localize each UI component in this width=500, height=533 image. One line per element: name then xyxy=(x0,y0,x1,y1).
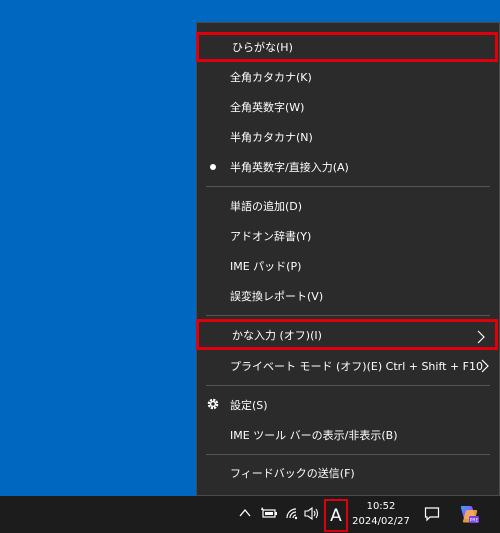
svg-text:PRE: PRE xyxy=(470,517,479,523)
menu-item-hiragana[interactable]: ひらがな(H) xyxy=(196,32,498,62)
menu-item-addon-dictionary[interactable]: アドオン辞書(Y) xyxy=(197,221,499,251)
menu-item-hankaku-katakana[interactable]: 半角カタカナ(N) xyxy=(197,122,499,152)
wifi-icon[interactable] xyxy=(285,507,299,520)
gear-icon xyxy=(207,398,219,410)
menu-item-label: IME ツール バーの表示/非表示(B) xyxy=(230,429,398,442)
menu-item-settings[interactable]: 設定(S) xyxy=(197,390,499,420)
menu-item-label: 単語の追加(D) xyxy=(230,200,303,213)
menu-item-zenkaku-eisu[interactable]: 全角英数字(W) xyxy=(197,92,499,122)
selected-bullet-icon xyxy=(210,164,216,170)
menu-separator xyxy=(206,315,490,316)
menu-item-label: プライベート モード (オフ)(E) xyxy=(230,360,383,373)
menu-item-hankaku-eisu[interactable]: 半角英数字/直接入力(A) xyxy=(197,152,499,182)
menu-item-label: かな入力 (オフ)(I) xyxy=(232,328,322,342)
chevron-right-icon xyxy=(481,359,489,373)
menu-item-zenkaku-katakana[interactable]: 全角カタカナ(K) xyxy=(197,62,499,92)
menu-item-label: 全角カタカナ(K) xyxy=(230,71,312,84)
menu-item-label: 全角英数字(W) xyxy=(230,101,305,114)
menu-item-conversion-report[interactable]: 誤変換レポート(V) xyxy=(197,281,499,311)
battery-icon[interactable] xyxy=(260,507,278,519)
menu-item-kana-input[interactable]: かな入力 (オフ)(I) xyxy=(196,319,498,350)
menu-item-private-mode[interactable]: プライベート モード (オフ)(E) Ctrl + Shift + F10 xyxy=(197,351,499,381)
chevron-right-icon xyxy=(477,330,485,344)
menu-item-label: ひらがな(H) xyxy=(232,41,293,54)
menu-item-label: 半角英数字/直接入力(A) xyxy=(230,161,349,174)
menu-item-add-word[interactable]: 単語の追加(D) xyxy=(197,191,499,221)
menu-item-label: 設定(S) xyxy=(230,399,268,412)
notification-icon[interactable] xyxy=(424,506,440,522)
menu-item-label: IME パッド(P) xyxy=(230,260,302,273)
menu-separator xyxy=(206,186,490,187)
shortcut-text: Ctrl + Shift + F10 xyxy=(385,359,483,373)
ime-mode-indicator[interactable]: A xyxy=(324,499,348,532)
menu-item-label: 半角カタカナ(N) xyxy=(230,131,313,144)
ime-mode-text: A xyxy=(330,505,342,526)
volume-icon[interactable] xyxy=(304,507,320,520)
menu-item-toolbar-toggle[interactable]: IME ツール バーの表示/非表示(B) xyxy=(197,420,499,450)
menu-separator xyxy=(206,385,490,386)
menu-item-label: 誤変換レポート(V) xyxy=(230,290,324,303)
ime-context-menu: ひらがな(H) 全角カタカナ(K) 全角英数字(W) 半角カタカナ(N) 半角英… xyxy=(196,22,500,496)
menu-item-label: フィードバックの送信(F) xyxy=(230,467,355,480)
chevron-up-icon[interactable] xyxy=(239,508,251,518)
clock-date: 2024/02/27 xyxy=(352,516,410,527)
menu-item-send-feedback[interactable]: フィードバックの送信(F) xyxy=(197,458,499,488)
taskbar-clock[interactable]: 10:52 2024/02/27 xyxy=(352,499,410,529)
clock-time: 10:52 xyxy=(366,501,396,512)
menu-item-label: アドオン辞書(Y) xyxy=(230,230,312,243)
menu-item-ime-pad[interactable]: IME パッド(P) xyxy=(197,251,499,281)
menu-separator xyxy=(206,454,490,455)
copilot-icon[interactable]: PRE xyxy=(458,503,480,525)
